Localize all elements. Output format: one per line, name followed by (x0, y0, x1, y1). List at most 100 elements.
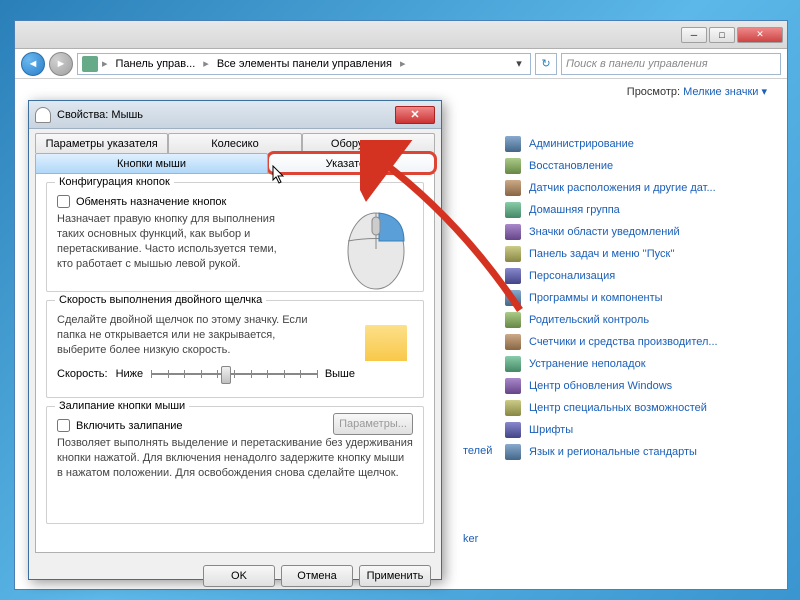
cancel-button[interactable]: Отмена (281, 565, 353, 587)
control-panel-item[interactable]: Датчик расположения и другие дат... (505, 177, 785, 199)
item-icon (505, 312, 521, 328)
clicklock-group: Залипание кнопки мыши Включить залипание… (46, 406, 424, 524)
item-label: Датчик расположения и другие дат... (529, 182, 716, 194)
control-panel-item[interactable]: Шрифты (505, 419, 785, 441)
clicklock-input[interactable] (57, 419, 70, 432)
tabs-row-1: Параметры указателя Колесико Оборудовани… (29, 129, 441, 153)
item-icon (505, 268, 521, 284)
clicklock-desc: Позволяет выполнять выделение и перетаск… (57, 436, 413, 481)
item-label: Шрифты (529, 424, 573, 436)
item-label: Значки области уведомлений (529, 226, 680, 238)
swap-desc: Назначает правую кнопку для выполнения т… (57, 212, 277, 271)
breadcrumb-sep: ▸ (100, 57, 110, 70)
ok-button[interactable]: OK (203, 565, 275, 587)
speed-slider-row: Скорость: Ниже Выше (57, 364, 413, 384)
close-button[interactable]: ✕ (737, 27, 783, 43)
tabs-row-2: Кнопки мыши Указатели (29, 153, 441, 173)
tab-pointers[interactable]: Указатели (268, 153, 435, 173)
search-input[interactable]: Поиск в панели управления (561, 53, 781, 75)
dblclick-desc: Сделайте двойной щелчок по этому значку.… (57, 313, 317, 358)
item-label: Восстановление (529, 160, 613, 172)
tab-content: Конфигурация кнопок Обменять назначение … (35, 173, 435, 553)
swap-buttons-input[interactable] (57, 195, 70, 208)
item-label: Устранение неполадок (529, 358, 646, 370)
tab-hardware[interactable]: Оборудование (302, 133, 435, 153)
group-title: Залипание кнопки мыши (55, 400, 189, 412)
group-title: Скорость выполнения двойного щелчка (55, 294, 266, 306)
dialog-buttons: OK Отмена Применить (29, 559, 441, 593)
maximize-button[interactable]: □ (709, 27, 735, 43)
refresh-button[interactable]: ↻ (535, 53, 557, 75)
item-label: Центр специальных возможностей (529, 402, 707, 414)
item-label: Персонализация (529, 270, 615, 282)
clipped-item[interactable]: телей ker (463, 445, 492, 545)
double-click-group: Скорость выполнения двойного щелчка Сдел… (46, 300, 424, 398)
item-label: Домашняя группа (529, 204, 620, 216)
item-icon (505, 378, 521, 394)
button-config-group: Конфигурация кнопок Обменять назначение … (46, 182, 424, 292)
mouse-illustration (341, 201, 411, 291)
item-label: Счетчики и средства производител... (529, 336, 718, 348)
back-button[interactable]: ◄ (21, 52, 45, 76)
item-icon (505, 202, 521, 218)
item-label: Центр обновления Windows (529, 380, 672, 392)
control-panel-item[interactable]: Панель задач и меню ''Пуск'' (505, 243, 785, 265)
test-folder-icon[interactable] (365, 325, 407, 361)
control-panel-item[interactable]: Программы и компоненты (505, 287, 785, 309)
speed-label: Скорость: (57, 368, 108, 380)
breadcrumb-sep: ▸ (201, 57, 211, 70)
group-title: Конфигурация кнопок (55, 176, 174, 188)
breadcrumb-seg[interactable]: Панель управ... (112, 56, 200, 72)
apply-button[interactable]: Применить (359, 565, 431, 587)
control-panel-item[interactable]: Центр специальных возможностей (505, 397, 785, 419)
slider-thumb[interactable] (221, 366, 231, 384)
nav-bar: ◄ ► ▸ Панель управ... ▸ Все элементы пан… (15, 49, 787, 79)
control-panel-item[interactable]: Значки области уведомлений (505, 221, 785, 243)
view-selector: Просмотр: Мелкие значки ▾ (627, 85, 767, 98)
item-label: Панель задач и меню ''Пуск'' (529, 248, 675, 260)
mouse-icon (35, 107, 51, 123)
address-dropdown-icon[interactable]: ▾ (512, 57, 526, 70)
item-icon (505, 158, 521, 174)
control-panel-list: Администрирование Восстановление Датчик ра… (505, 133, 785, 463)
tab-wheel[interactable]: Колесико (168, 133, 301, 153)
control-panel-item[interactable]: Персонализация (505, 265, 785, 287)
speed-low: Ниже (116, 368, 144, 380)
item-icon (505, 400, 521, 416)
control-panel-item[interactable]: Родительский контроль (505, 309, 785, 331)
view-mode-link[interactable]: Мелкие значки ▾ (683, 86, 767, 98)
item-icon (505, 180, 521, 196)
control-panel-item[interactable]: Администрирование (505, 133, 785, 155)
control-panel-item[interactable]: Восстановление (505, 155, 785, 177)
address-bar[interactable]: ▸ Панель управ... ▸ Все элементы панели … (77, 53, 531, 75)
item-icon (505, 224, 521, 240)
item-label: Программы и компоненты (529, 292, 663, 304)
tab-pointer-options[interactable]: Параметры указателя (35, 133, 168, 153)
control-panel-icon (82, 56, 98, 72)
item-label: Родительский контроль (529, 314, 649, 326)
control-panel-item[interactable]: Центр обновления Windows (505, 375, 785, 397)
tab-buttons[interactable]: Кнопки мыши (35, 153, 268, 173)
breadcrumb-sep: ▸ (398, 57, 408, 70)
item-icon (505, 356, 521, 372)
item-icon (505, 246, 521, 262)
control-panel-item[interactable]: Устранение неполадок (505, 353, 785, 375)
dialog-titlebar[interactable]: Свойства: Мышь ✕ (29, 101, 441, 129)
clicklock-settings-button: Параметры... (333, 413, 413, 435)
dialog-close-button[interactable]: ✕ (395, 106, 435, 124)
control-panel-item[interactable]: Домашняя группа (505, 199, 785, 221)
speed-high: Выше (325, 368, 355, 380)
control-panel-item[interactable]: Счетчики и средства производител... (505, 331, 785, 353)
window-titlebar: ─ □ ✕ (15, 21, 787, 49)
item-label: Администрирование (529, 138, 634, 150)
forward-button[interactable]: ► (49, 52, 73, 76)
breadcrumb-seg[interactable]: Все элементы панели управления (213, 56, 396, 72)
item-label: Язык и региональные стандарты (529, 446, 697, 458)
speed-slider[interactable] (151, 364, 317, 384)
search-placeholder: Поиск в панели управления (566, 58, 708, 70)
item-icon (505, 334, 521, 350)
control-panel-item[interactable]: Язык и региональные стандарты (505, 441, 785, 463)
item-icon (505, 136, 521, 152)
minimize-button[interactable]: ─ (681, 27, 707, 43)
item-icon (505, 444, 521, 460)
